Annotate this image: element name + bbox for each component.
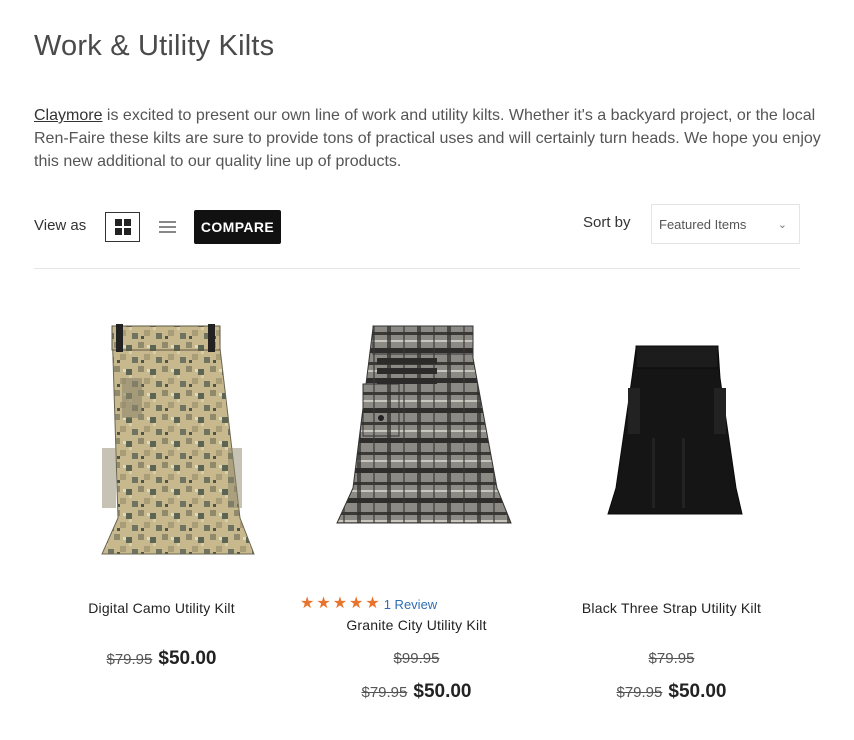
page-title: Work & Utility Kilts xyxy=(34,30,275,62)
list-view-icon xyxy=(159,221,176,233)
sale-price: $50.00 xyxy=(158,648,217,669)
sale-price: $50.00 xyxy=(413,681,472,702)
product-title[interactable]: Digital Camo Utility Kilt xyxy=(34,600,289,616)
category-description: Claymore is excited to present our own l… xyxy=(34,104,824,173)
star-icon: ★ xyxy=(349,595,364,612)
retail-price-row: $79.95 xyxy=(544,650,799,667)
star-icon: ★ xyxy=(316,595,331,612)
review-count-link[interactable]: 1 Review xyxy=(384,597,437,612)
sort-select-value: Featured Items xyxy=(659,216,747,232)
price-row: $79.95 $50.00 xyxy=(544,681,799,703)
grid-view-button[interactable] xyxy=(105,212,140,242)
was-price: $79.95 xyxy=(616,684,663,701)
was-price: $79.95 xyxy=(361,684,408,701)
product-card: Black Three Strap Utility Kilt $79.95 $7… xyxy=(544,318,799,702)
product-image-granite-city-kilt[interactable] xyxy=(297,318,537,563)
star-icon: ★ xyxy=(332,595,348,612)
product-card: Digital Camo Utility Kilt $79.95 $50.00 xyxy=(34,318,289,669)
grid-view-icon xyxy=(114,219,131,235)
chevron-down-icon: ⌄ xyxy=(777,219,787,231)
was-price: $79.95 xyxy=(106,651,153,668)
product-rating: ★ ★ ★ ★ ★ 1 Review xyxy=(300,596,437,612)
retail-price-row: $99.95 xyxy=(289,650,544,667)
product-image-digital-camo-kilt[interactable] xyxy=(42,318,282,563)
price-row: $79.95 $50.00 xyxy=(34,648,289,670)
star-icon: ★ xyxy=(365,595,380,612)
claymore-link[interactable]: Claymore xyxy=(34,107,102,124)
product-title[interactable]: Granite City Utility Kilt xyxy=(289,617,544,633)
sale-price: $50.00 xyxy=(668,681,727,702)
sort-select[interactable]: Featured Items ⌄ xyxy=(651,204,800,244)
star-icon: ★ xyxy=(300,595,315,612)
price-row: $79.95 $50.00 xyxy=(289,681,544,703)
toolbar-divider xyxy=(34,268,800,269)
list-view-button[interactable] xyxy=(150,212,185,242)
view-as-label: View as xyxy=(34,217,87,234)
compare-button[interactable]: COMPARE xyxy=(194,210,281,244)
sort-by-label: Sort by xyxy=(583,214,631,231)
product-card: ★ ★ ★ ★ ★ 1 Review Granite City Utility … xyxy=(289,318,544,702)
intro-text: is excited to present our own line of wo… xyxy=(34,107,821,170)
product-title[interactable]: Black Three Strap Utility Kilt xyxy=(544,600,799,616)
product-toolbar: View as COMPARE Sort by Featured Items ⌄ xyxy=(34,204,800,246)
retail-price: $79.95 xyxy=(648,650,695,667)
retail-price: $99.95 xyxy=(393,650,440,667)
product-image-black-three-strap-kilt[interactable] xyxy=(552,318,792,563)
